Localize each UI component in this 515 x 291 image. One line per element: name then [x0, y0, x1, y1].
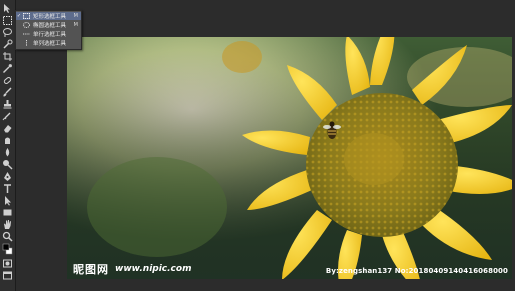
shortcut-label: M	[73, 13, 78, 19]
rect-marquee-icon	[22, 13, 31, 19]
rectangle-shape-icon[interactable]	[2, 207, 13, 218]
spot-healing-icon[interactable]	[2, 75, 13, 86]
flyout-item-label: 矩形选框工具	[33, 14, 67, 20]
gradient-tool-icon[interactable]	[2, 135, 13, 146]
ellipse-marquee-icon	[22, 22, 31, 28]
single-row-marquee-icon	[22, 31, 31, 37]
blur-tool-icon[interactable]	[2, 147, 13, 158]
brush-tool-icon[interactable]	[2, 87, 13, 98]
watermark-id: By:zengshan137 No:20180409140416068000	[325, 267, 508, 275]
watermark-logo-text: 昵图网	[73, 263, 109, 276]
foreground-color-swatch	[2, 243, 10, 251]
marquee-tool-flyout: ✓ 矩形选框工具 M 椭圆选框工具 M 单行选框工具 单列选框工具	[15, 10, 82, 50]
zoom-tool-icon[interactable]	[2, 231, 13, 242]
crop-tool-icon[interactable]	[2, 51, 13, 62]
clone-stamp-icon[interactable]	[2, 99, 13, 110]
marquee-tool-icon[interactable]	[2, 15, 13, 26]
flyout-item-single-column-marquee[interactable]: 单列选框工具	[16, 39, 81, 47]
move-tool-icon[interactable]	[2, 3, 13, 14]
document-workspace: 昵图网 www.nipic.com By:zengshan137 No:2018…	[16, 0, 515, 291]
single-column-marquee-icon	[22, 40, 31, 46]
eyedropper-icon[interactable]	[2, 63, 13, 74]
quick-mask-icon[interactable]	[2, 258, 13, 269]
path-select-icon[interactable]	[2, 195, 13, 206]
watermark-site: www.nipic.com	[115, 264, 192, 274]
type-tool-icon[interactable]	[2, 183, 13, 194]
screen-mode-icon[interactable]	[2, 270, 13, 281]
shortcut-label: M	[73, 22, 78, 28]
color-swatches-icon[interactable]	[2, 243, 13, 255]
quick-select-icon[interactable]	[2, 39, 13, 50]
sunflower-with-bee-photo	[67, 37, 512, 279]
history-brush-icon[interactable]	[2, 111, 13, 122]
hand-tool-icon[interactable]	[2, 219, 13, 230]
flyout-item-label: 椭圆选框工具	[33, 23, 67, 29]
pen-tool-icon[interactable]	[2, 171, 13, 182]
dodge-tool-icon[interactable]	[2, 159, 13, 170]
photoshop-window: 昵图网 www.nipic.com By:zengshan137 No:2018…	[0, 0, 515, 291]
watermark-logo: 昵图网 www.nipic.com	[69, 261, 195, 277]
flyout-item-label: 单行选框工具	[33, 32, 67, 38]
lasso-tool-icon[interactable]	[2, 27, 13, 38]
flyout-item-label: 单列选框工具	[33, 41, 67, 47]
flyout-item-ellipse-marquee[interactable]: 椭圆选框工具 M	[16, 21, 81, 29]
eraser-icon[interactable]	[2, 123, 13, 134]
flyout-item-single-row-marquee[interactable]: 单行选框工具	[16, 30, 81, 38]
document-canvas[interactable]: 昵图网 www.nipic.com By:zengshan137 No:2018…	[67, 37, 512, 279]
flyout-item-rect-marquee[interactable]: ✓ 矩形选框工具 M	[16, 12, 81, 20]
tools-panel	[0, 0, 16, 291]
